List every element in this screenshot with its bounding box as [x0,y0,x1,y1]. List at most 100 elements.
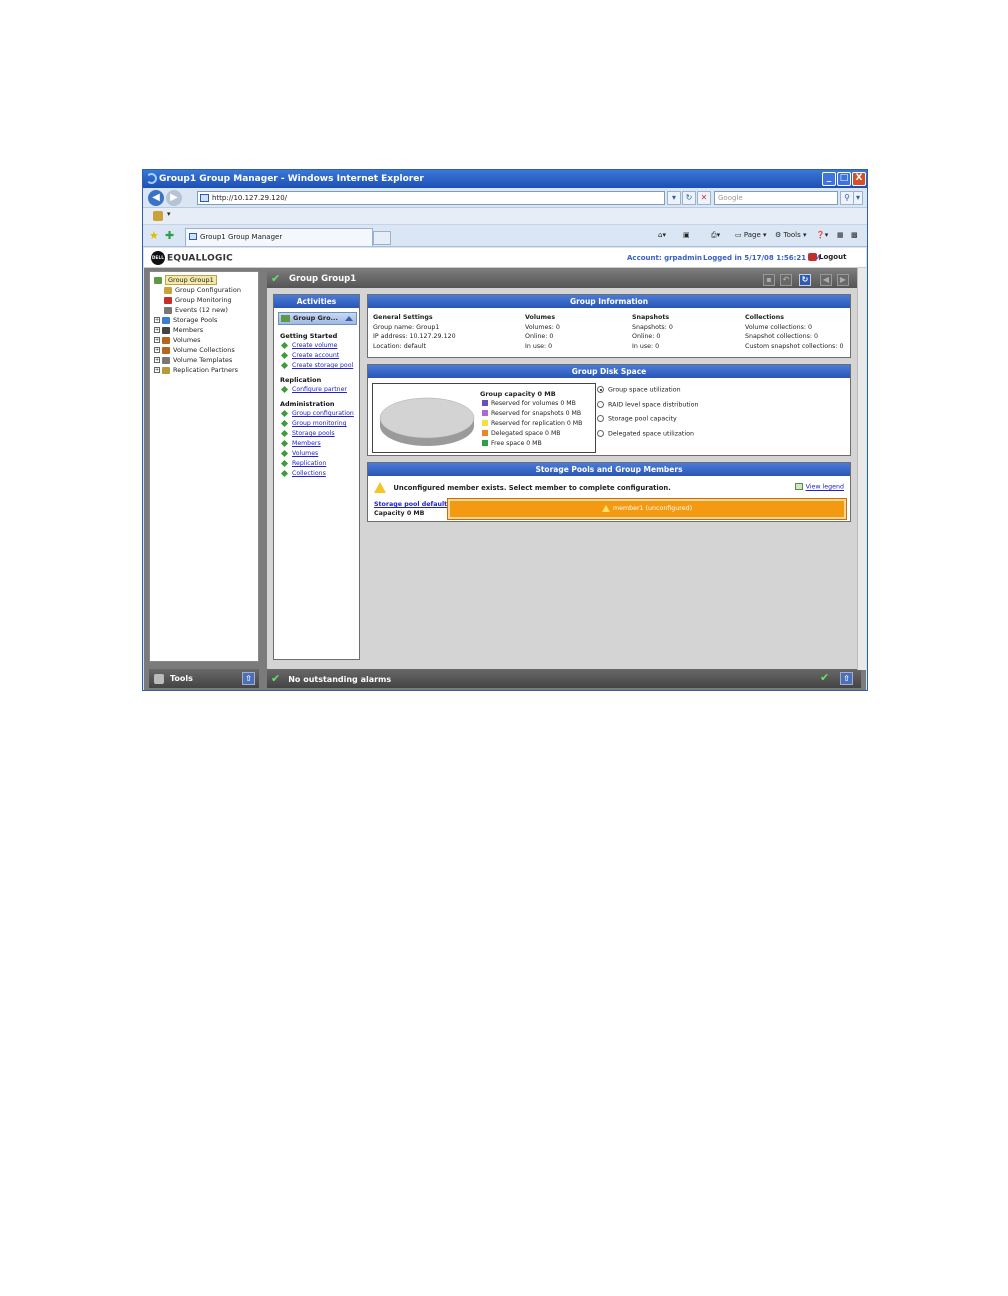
page-icon [200,194,209,202]
activity-link[interactable]: Create volume [280,341,337,349]
group-title: Group Group1 [289,274,357,284]
minimize-button[interactable]: _ [822,172,836,186]
group-info-value: Online: 0 [525,333,554,340]
tree-item-label: Volume Templates [173,356,233,364]
discard-icon[interactable]: ↶ [780,274,792,286]
activity-link[interactable]: Replication [280,459,326,467]
url-input[interactable]: http://10.127.29.120/ [197,191,665,205]
tools-expand-button[interactable]: ⇧ [242,672,255,685]
expand-icon[interactable]: + [154,337,160,343]
forward-button[interactable]: ▶ [166,190,182,206]
tree-item[interactable]: + Replication Partners [152,365,256,375]
search-input[interactable]: Google [714,191,838,205]
activity-link[interactable]: Volumes [280,449,318,457]
disk-space-option[interactable]: RAID level space distribution [597,400,698,408]
feeds-icon[interactable]: ▣ [683,229,690,242]
option-label: Storage pool capacity [608,415,677,423]
activity-link-label: Members [292,440,321,447]
back-button[interactable]: ◀ [148,190,164,206]
member-unconfigured-button[interactable]: member1 (unconfigured) [447,498,847,520]
links-dropdown-icon[interactable]: ▾ [167,210,171,218]
status-check-icon: ✔ [271,272,281,285]
collapse-icon[interactable] [345,316,353,321]
close-button[interactable]: X [852,172,866,186]
add-favorite-icon[interactable]: ✚ [165,229,174,242]
activities-panel: Activities Group Gro... Getting Started C… [273,294,360,660]
previous-icon[interactable]: ◀ [820,274,832,286]
help-icon[interactable]: ❓▾ [816,229,828,242]
disk-space-option[interactable]: Delegated space utilization [597,429,694,437]
tree-item[interactable]: + Volumes [152,335,256,345]
activity-link-label: Configure partner [292,386,347,393]
tree-item[interactable]: Group Group1 [152,275,256,285]
legend-label: Free space 0 MB [491,440,542,447]
activity-link[interactable]: Members [280,439,321,447]
activities-header: Activities [274,295,359,308]
tab-group-manager[interactable]: Group1 Group Manager [185,228,373,246]
alarm-ack-icon[interactable]: ✔ [820,672,829,684]
tree-item[interactable]: Events (12 new) [152,305,256,315]
unconfigured-warning: Unconfigured member exists. Select membe… [374,482,671,493]
group-info-column-header: Volumes [525,314,556,321]
url-dropdown-icon[interactable]: ▾ [667,191,681,205]
tree-item[interactable]: Group Monitoring [152,295,256,305]
new-tab-button[interactable] [373,231,391,245]
home-icon[interactable]: ⌂▾ [658,229,666,242]
radio-button[interactable] [597,429,604,437]
next-icon[interactable]: ▶ [837,274,849,286]
tree-item[interactable]: + Volume Templates [152,355,256,365]
tree-item[interactable]: + Volume Collections [152,345,256,355]
disk-space-header: Group Disk Space [368,365,850,378]
tree-item[interactable]: + Storage Pools [152,315,256,325]
capacity-chart-box: Group capacity 0 MB Reserved for volumes… [372,383,596,453]
search-icon[interactable]: ⚲ [840,191,854,205]
activity-link[interactable]: Group configuration [280,409,354,417]
expand-icon[interactable]: + [154,317,160,323]
activity-link[interactable]: Storage pools [280,429,335,437]
activities-group-section[interactable]: Group Gro... [278,312,357,325]
alarms-expand-button[interactable]: ⇧ [840,672,853,685]
disk-space-option[interactable]: Group space utilization [597,386,681,394]
activity-link[interactable]: Group monitoring [280,419,347,427]
expand-icon[interactable]: + [154,367,160,373]
legend-icon [794,483,803,490]
tools-bar[interactable]: Tools ⇧ [149,669,259,688]
tree-item[interactable]: Group Configuration [152,285,256,295]
activity-link[interactable]: Configure partner [280,385,347,393]
vertical-scrollbar[interactable] [857,268,866,670]
group-title-bar: ✔ Group Group1 ▪ ↶ ↻ ◀ ▶ [267,271,861,288]
expand-icon[interactable]: + [154,347,160,353]
view-legend-link[interactable]: View legend [794,483,844,491]
page-menu[interactable]: ▭ Page ▾ [735,229,767,242]
messenger-icon[interactable]: ▩ [851,229,858,242]
links-icon[interactable] [153,211,163,221]
radio-button[interactable] [597,400,604,408]
account-label: Account: grpadmin [627,254,702,262]
alarms-bar[interactable]: ✔ No outstanding alarms ✔ ⇧ [267,669,861,688]
refresh-icon[interactable]: ↻ [682,191,696,205]
tree-item[interactable]: + Members [152,325,256,335]
activity-link[interactable]: Create account [280,351,339,359]
stop-icon[interactable]: ✕ [697,191,711,205]
tree-item-label: Group Monitoring [175,296,232,304]
storage-pool-link[interactable]: Storage pool default [374,501,447,508]
favorites-star-icon[interactable]: ★ [149,229,159,242]
refresh-app-icon[interactable]: ↻ [799,274,811,286]
logout-button[interactable]: Logout [808,253,846,261]
tools-menu[interactable]: ⚙ Tools ▾ [775,229,807,242]
group-info-value: Snapshot collections: 0 [745,333,819,340]
search-options-icon[interactable]: ▾ [853,191,863,205]
print-icon[interactable]: ⎙▾ [711,229,720,242]
expand-icon[interactable]: + [154,327,160,333]
activity-link[interactable]: Create storage pool [280,361,353,369]
save-icon[interactable]: ▪ [763,274,775,286]
radio-button[interactable] [597,386,604,393]
radio-button[interactable] [597,415,604,422]
tree-node-icon [162,326,170,334]
tab-page-icon [189,233,197,240]
expand-icon[interactable]: + [154,357,160,363]
research-icon[interactable]: ▦ [837,229,844,242]
activity-link[interactable]: Collections [280,469,326,477]
maximize-button[interactable]: □ [837,172,851,186]
disk-space-option[interactable]: Storage pool capacity [597,415,677,423]
